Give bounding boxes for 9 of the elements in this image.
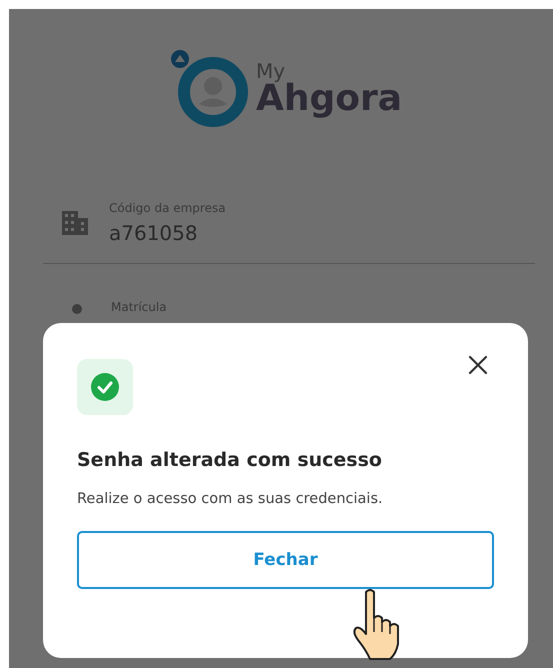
check-circle-icon [91,373,119,401]
dialog-message: Realize o acesso com as suas credenciais. [77,491,384,507]
close-button[interactable]: Fechar [77,531,494,589]
dialog-title: Senha alterada com sucesso [77,449,383,471]
building-icon [61,210,89,236]
avatar-ring-logo-icon [170,49,250,129]
close-icon[interactable] [468,355,488,375]
input-field[interactable]: a761058 [109,221,226,245]
logo-wordmark: Ahgora [256,81,402,117]
